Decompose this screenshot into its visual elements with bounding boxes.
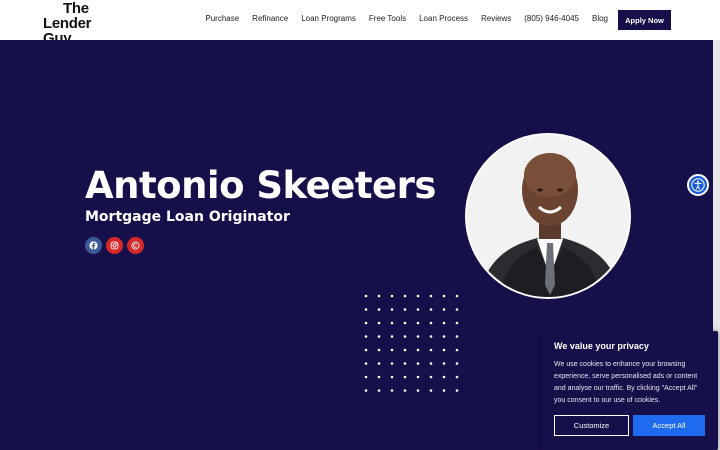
decoration-dot (377, 321, 381, 325)
decoration-dot (442, 321, 446, 325)
decoration-dot (377, 308, 381, 311)
site-header: The Lender Guy POWERED BY NEXA LENDING P… (0, 0, 720, 53)
copyright-link[interactable] (127, 237, 144, 254)
decoration-dot (377, 362, 381, 365)
decoration-dot (429, 375, 433, 379)
decoration-dot (377, 389, 381, 392)
apply-now-button[interactable]: Apply Now (618, 10, 671, 30)
decoration-dot (429, 389, 433, 392)
decoration-dot (403, 348, 407, 352)
decoration-dot (455, 362, 459, 365)
decoration-dot (429, 321, 433, 325)
logo-line1: The (63, 0, 89, 17)
facebook-icon (89, 241, 98, 250)
decoration-dot (455, 321, 459, 325)
decoration-dot (364, 335, 368, 338)
copyright-icon (131, 241, 140, 250)
facebook-link[interactable] (85, 237, 102, 254)
main-nav: Purchase Refinance Loan Programs Free To… (192, 14, 608, 23)
instagram-link[interactable] (106, 237, 123, 254)
nav-item-reviews[interactable]: Reviews (481, 14, 511, 23)
accessibility-button[interactable] (687, 174, 709, 196)
decoration-dot (455, 389, 459, 392)
hero-title: Mortgage Loan Originator (85, 209, 290, 225)
decoration-dot (416, 321, 420, 325)
decoration-dot (377, 335, 381, 338)
decoration-dot (416, 362, 420, 365)
decoration-dot (442, 375, 446, 379)
nav-item-loan-programs[interactable]: Loan Programs (301, 14, 356, 23)
decoration-dot (429, 294, 433, 298)
decoration-dot (416, 335, 420, 338)
decoration-dot (416, 375, 420, 379)
hero-name: Antonio Skeeters (85, 164, 436, 207)
decoration-dot (429, 308, 433, 311)
cookie-text: We use cookies to enhance your browsing … (554, 361, 698, 404)
nav-item-free-tools[interactable]: Free Tools (369, 14, 406, 23)
accessibility-icon (691, 178, 705, 192)
dot-pattern-decoration (364, 294, 459, 392)
decoration-dot (364, 375, 368, 379)
portrait-image (467, 135, 629, 297)
nav-item-phone[interactable]: (805) 946-4045 (524, 14, 579, 23)
decoration-dot (390, 348, 394, 352)
decoration-dot (403, 321, 407, 325)
decoration-dot (442, 348, 446, 352)
decoration-dot (429, 348, 433, 352)
nav-item-loan-process[interactable]: Loan Process (419, 14, 468, 23)
decoration-dot (403, 308, 407, 311)
instagram-icon (110, 241, 119, 250)
decoration-dot (442, 362, 446, 365)
decoration-dot (455, 335, 459, 338)
decoration-dot (442, 335, 446, 338)
decoration-dot (377, 348, 381, 352)
profile-photo (465, 133, 631, 299)
decoration-dot (403, 294, 407, 298)
decoration-dot (390, 362, 394, 365)
decoration-dot (364, 294, 368, 298)
decoration-dot (377, 375, 381, 379)
decoration-dot (416, 308, 420, 311)
cookie-consent-banner: We value your privacy We use cookies to … (542, 331, 718, 450)
decoration-dot (442, 294, 446, 298)
decoration-dot (390, 308, 394, 311)
decoration-dot (416, 389, 420, 392)
nav-item-purchase[interactable]: Purchase (205, 14, 239, 23)
cookie-title: We value your privacy (554, 341, 649, 351)
decoration-dot (403, 389, 407, 392)
decoration-dot (416, 348, 420, 352)
decoration-dot (390, 335, 394, 338)
decoration-dot (416, 294, 420, 298)
decoration-dot (403, 335, 407, 338)
decoration-dot (429, 335, 433, 338)
decoration-dot (442, 308, 446, 311)
decoration-dot (455, 308, 459, 311)
decoration-dot (390, 375, 394, 379)
nav-item-blog[interactable]: Blog (592, 14, 608, 23)
decoration-dot (364, 321, 368, 325)
customize-button[interactable]: Customize (554, 415, 629, 436)
accept-all-button[interactable]: Accept All (633, 415, 705, 436)
social-links (85, 237, 144, 254)
decoration-dot (377, 294, 381, 298)
decoration-dot (455, 375, 459, 379)
decoration-dot (390, 321, 394, 325)
decoration-dot (403, 362, 407, 365)
decoration-dot (390, 294, 394, 298)
decoration-dot (442, 389, 446, 392)
decoration-dot (364, 308, 368, 311)
decoration-dot (364, 348, 368, 352)
decoration-dot (403, 375, 407, 379)
decoration-dot (364, 389, 368, 392)
decoration-dot (455, 348, 459, 352)
decoration-dot (455, 294, 459, 298)
decoration-dot (390, 389, 394, 392)
decoration-dot (429, 362, 433, 365)
nav-item-refinance[interactable]: Refinance (252, 14, 288, 23)
decoration-dot (364, 362, 368, 365)
